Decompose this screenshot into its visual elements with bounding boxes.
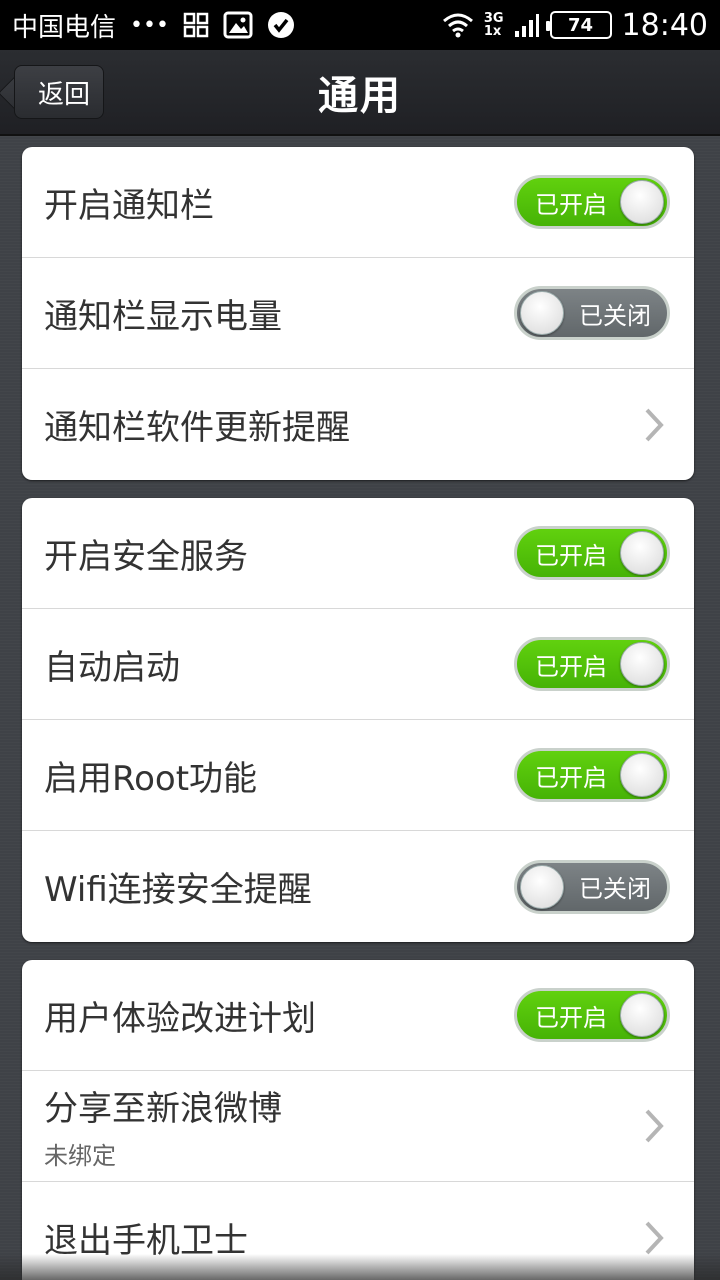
toggle-state-text: 已开启 (535, 652, 607, 681)
setting-row-auto-start[interactable]: 自动启动 已开启 (22, 609, 694, 720)
setting-label: 启用Root功能 (44, 758, 258, 799)
root-toggle[interactable]: 已开启 (514, 748, 670, 802)
toggle-knob (620, 531, 664, 575)
title-bar: 返回 通用 (0, 50, 720, 136)
check-circle-icon (267, 11, 295, 39)
network-indicator: 3G 1x (484, 12, 504, 38)
setting-row-security-service[interactable]: 开启安全服务 已开启 (22, 498, 694, 609)
toggle-state-text: 已关闭 (579, 301, 651, 330)
scroll-fade (0, 1254, 720, 1280)
chevron-right-icon (642, 405, 666, 445)
security-service-toggle[interactable]: 已开启 (514, 526, 670, 580)
toggle-knob (620, 753, 664, 797)
toggle-state-text: 已开启 (535, 763, 607, 792)
toggle-state-text: 已开启 (535, 541, 607, 570)
setting-row-enable-notification-bar[interactable]: 开启通知栏 已开启 (22, 147, 694, 258)
image-icon (223, 11, 253, 39)
chevron-right-icon (642, 1106, 666, 1146)
auto-start-toggle[interactable]: 已开启 (514, 637, 670, 691)
toggle-knob (520, 864, 564, 909)
enable-notification-bar-toggle[interactable]: 已开启 (514, 175, 670, 229)
net-1x-label: 1x (483, 24, 502, 39)
setting-row-show-battery[interactable]: 通知栏显示电量 已关闭 (22, 258, 694, 369)
carrier-label: 中国电信 (12, 12, 117, 43)
back-button-label: 返回 (37, 79, 90, 110)
toggle-state-text: 已开启 (535, 190, 607, 219)
setting-label: 分享至新浪微博 (44, 1089, 282, 1129)
setting-row-share-weibo[interactable]: 分享至新浪微博 未绑定 (22, 1071, 694, 1182)
toggle-state-text: 已开启 (535, 1003, 607, 1032)
wifi-icon (442, 12, 474, 38)
show-battery-toggle[interactable]: 已关闭 (514, 286, 670, 340)
toggle-state-text: 已关闭 (579, 875, 651, 903)
app-grid-icon (183, 12, 209, 38)
wifi-alert-toggle[interactable]: 已关闭 (514, 859, 670, 914)
notification-dots: ••• (130, 12, 169, 38)
toggle-knob (520, 291, 564, 335)
status-bar: 中国电信 ••• 3G 1x 74 18:40 (0, 0, 720, 50)
setting-label: 通知栏软件更新提醒 (44, 408, 350, 448)
clock: 18:40 (621, 7, 708, 43)
setting-row-update-reminder[interactable]: 通知栏软件更新提醒 (22, 369, 694, 480)
battery-icon: 74 (545, 11, 612, 39)
setting-label: 用户体验改进计划 (44, 998, 316, 1039)
chevron-right-icon (642, 1218, 666, 1258)
setting-label: 自动启动 (44, 647, 180, 688)
setting-label: Wifi连接安全提醒 (44, 870, 312, 910)
toggle-knob (620, 642, 664, 686)
setting-row-ux-program[interactable]: 用户体验改进计划 已开启 (22, 960, 694, 1071)
back-button[interactable]: 返回 (14, 65, 104, 119)
setting-sublabel: 未绑定 (44, 1142, 116, 1170)
settings-group-notification: 开启通知栏 已开启 通知栏显示电量 已关闭 通知栏软件更新提醒 (22, 147, 694, 480)
toggle-knob (620, 180, 664, 224)
signal-icon (514, 11, 540, 39)
ux-program-toggle[interactable]: 已开启 (514, 988, 670, 1042)
settings-group-other: 用户体验改进计划 已开启 分享至新浪微博 未绑定 退出手机卫士 (22, 960, 694, 1280)
page-title: 通用 (318, 73, 402, 119)
settings-group-security: 开启安全服务 已开启 自动启动 已开启 启用Root功能 已开启 Wifi连接安… (22, 498, 694, 942)
setting-label: 通知栏显示电量 (44, 296, 282, 337)
setting-label: 开启安全服务 (44, 536, 248, 577)
battery-level: 74 (568, 14, 594, 36)
setting-label: 开启通知栏 (44, 185, 214, 226)
toggle-knob (620, 993, 664, 1037)
setting-row-wifi-alert[interactable]: Wifi连接安全提醒 已关闭 (22, 831, 694, 942)
setting-row-root[interactable]: 启用Root功能 已开启 (22, 720, 694, 831)
